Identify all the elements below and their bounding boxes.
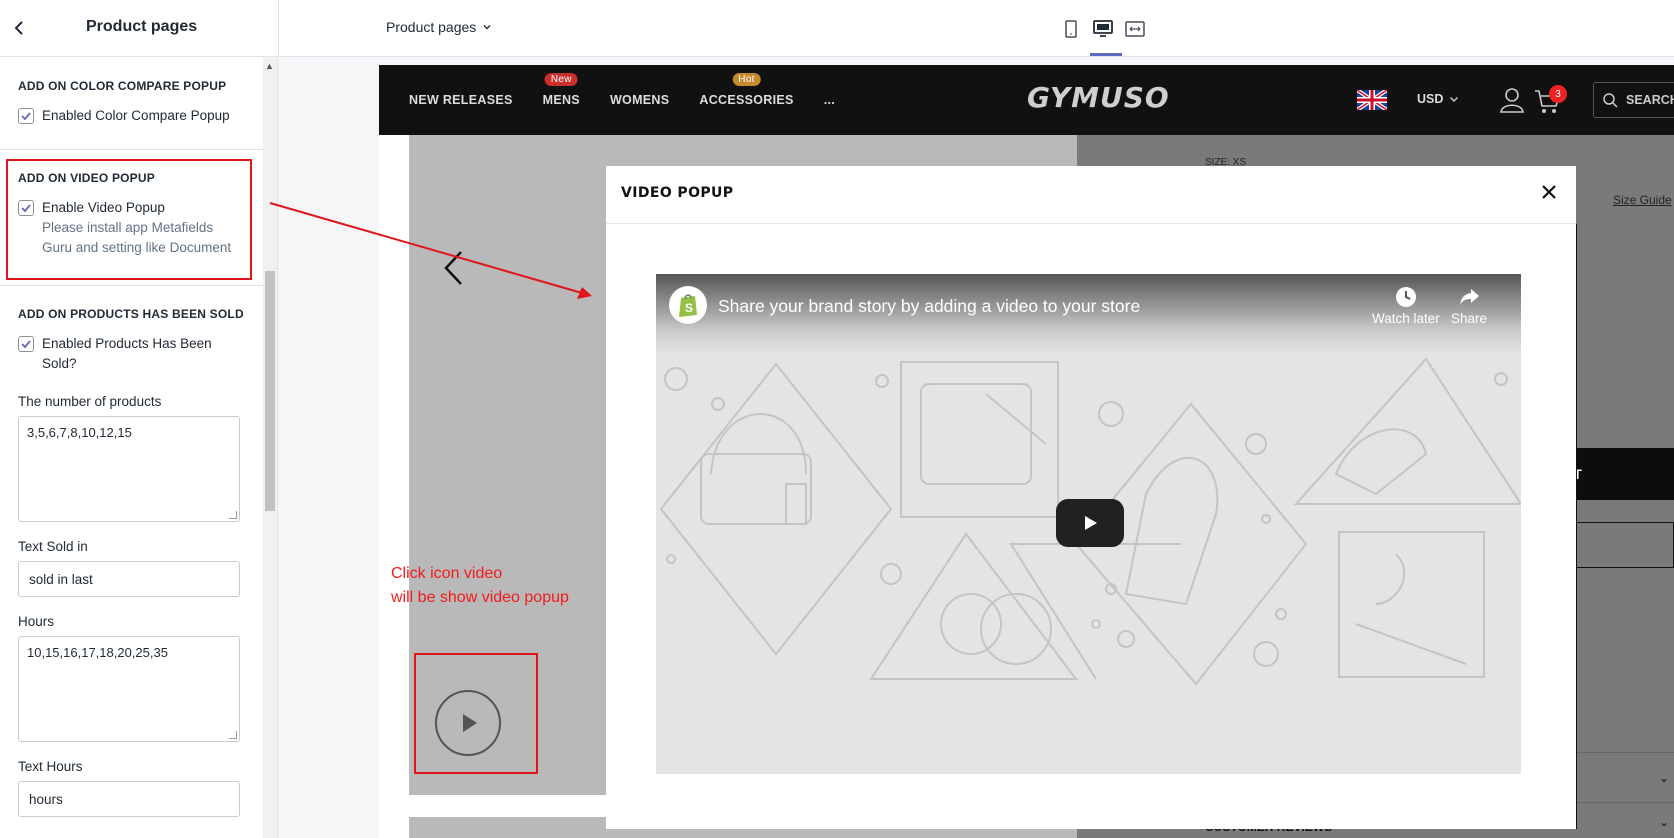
watch-later-label: Watch later: [1372, 311, 1440, 326]
video-player[interactable]: S Share your brand story by adding a vid…: [656, 274, 1521, 774]
share-button[interactable]: Share: [1451, 286, 1487, 326]
shopify-logo-icon[interactable]: S: [669, 286, 707, 324]
share-label: Share: [1451, 311, 1488, 326]
watch-later-button[interactable]: Watch later: [1372, 286, 1440, 326]
divider: [606, 223, 1576, 224]
modal-title: VIDEO POPUP: [621, 185, 734, 201]
share-icon: [1460, 289, 1480, 305]
video-popup-modal: VIDEO POPUP S Share your brand story by …: [606, 166, 1576, 829]
video-title[interactable]: Share your brand story by adding a video…: [718, 296, 1140, 317]
svg-text:S: S: [685, 301, 693, 315]
close-icon[interactable]: [1540, 181, 1558, 207]
video-play-button[interactable]: [1056, 499, 1124, 547]
play-icon: [1085, 516, 1097, 530]
clock-icon: [1395, 287, 1416, 307]
